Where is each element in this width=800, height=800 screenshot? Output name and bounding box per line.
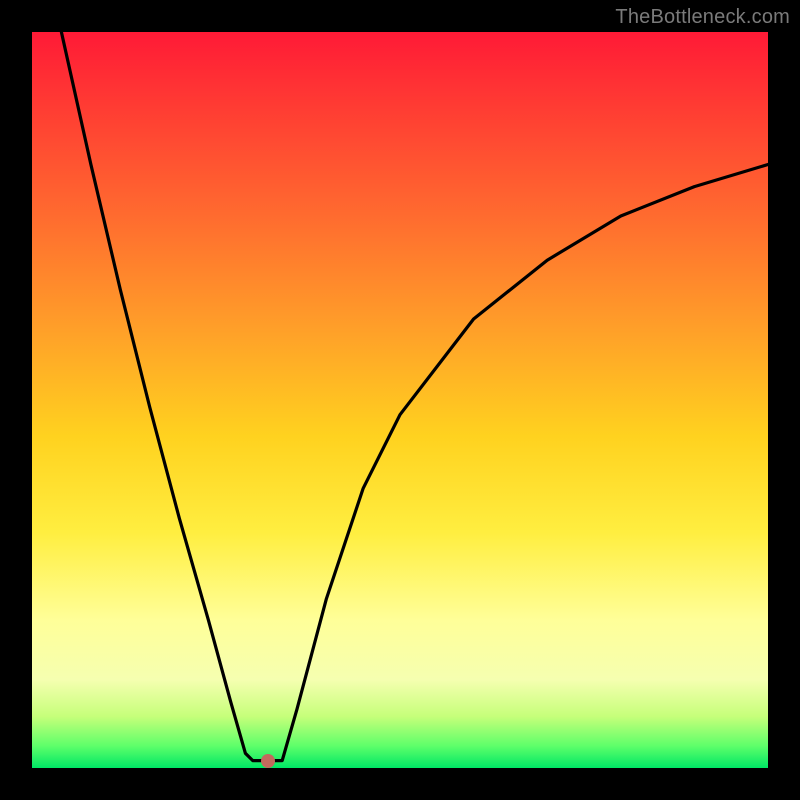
optimum-dot xyxy=(261,754,275,768)
curve-path xyxy=(61,32,768,761)
bottleneck-curve xyxy=(32,32,768,768)
chart-frame: TheBottleneck.com xyxy=(0,0,800,800)
watermark-text: TheBottleneck.com xyxy=(615,6,790,29)
plot-area xyxy=(32,32,768,768)
